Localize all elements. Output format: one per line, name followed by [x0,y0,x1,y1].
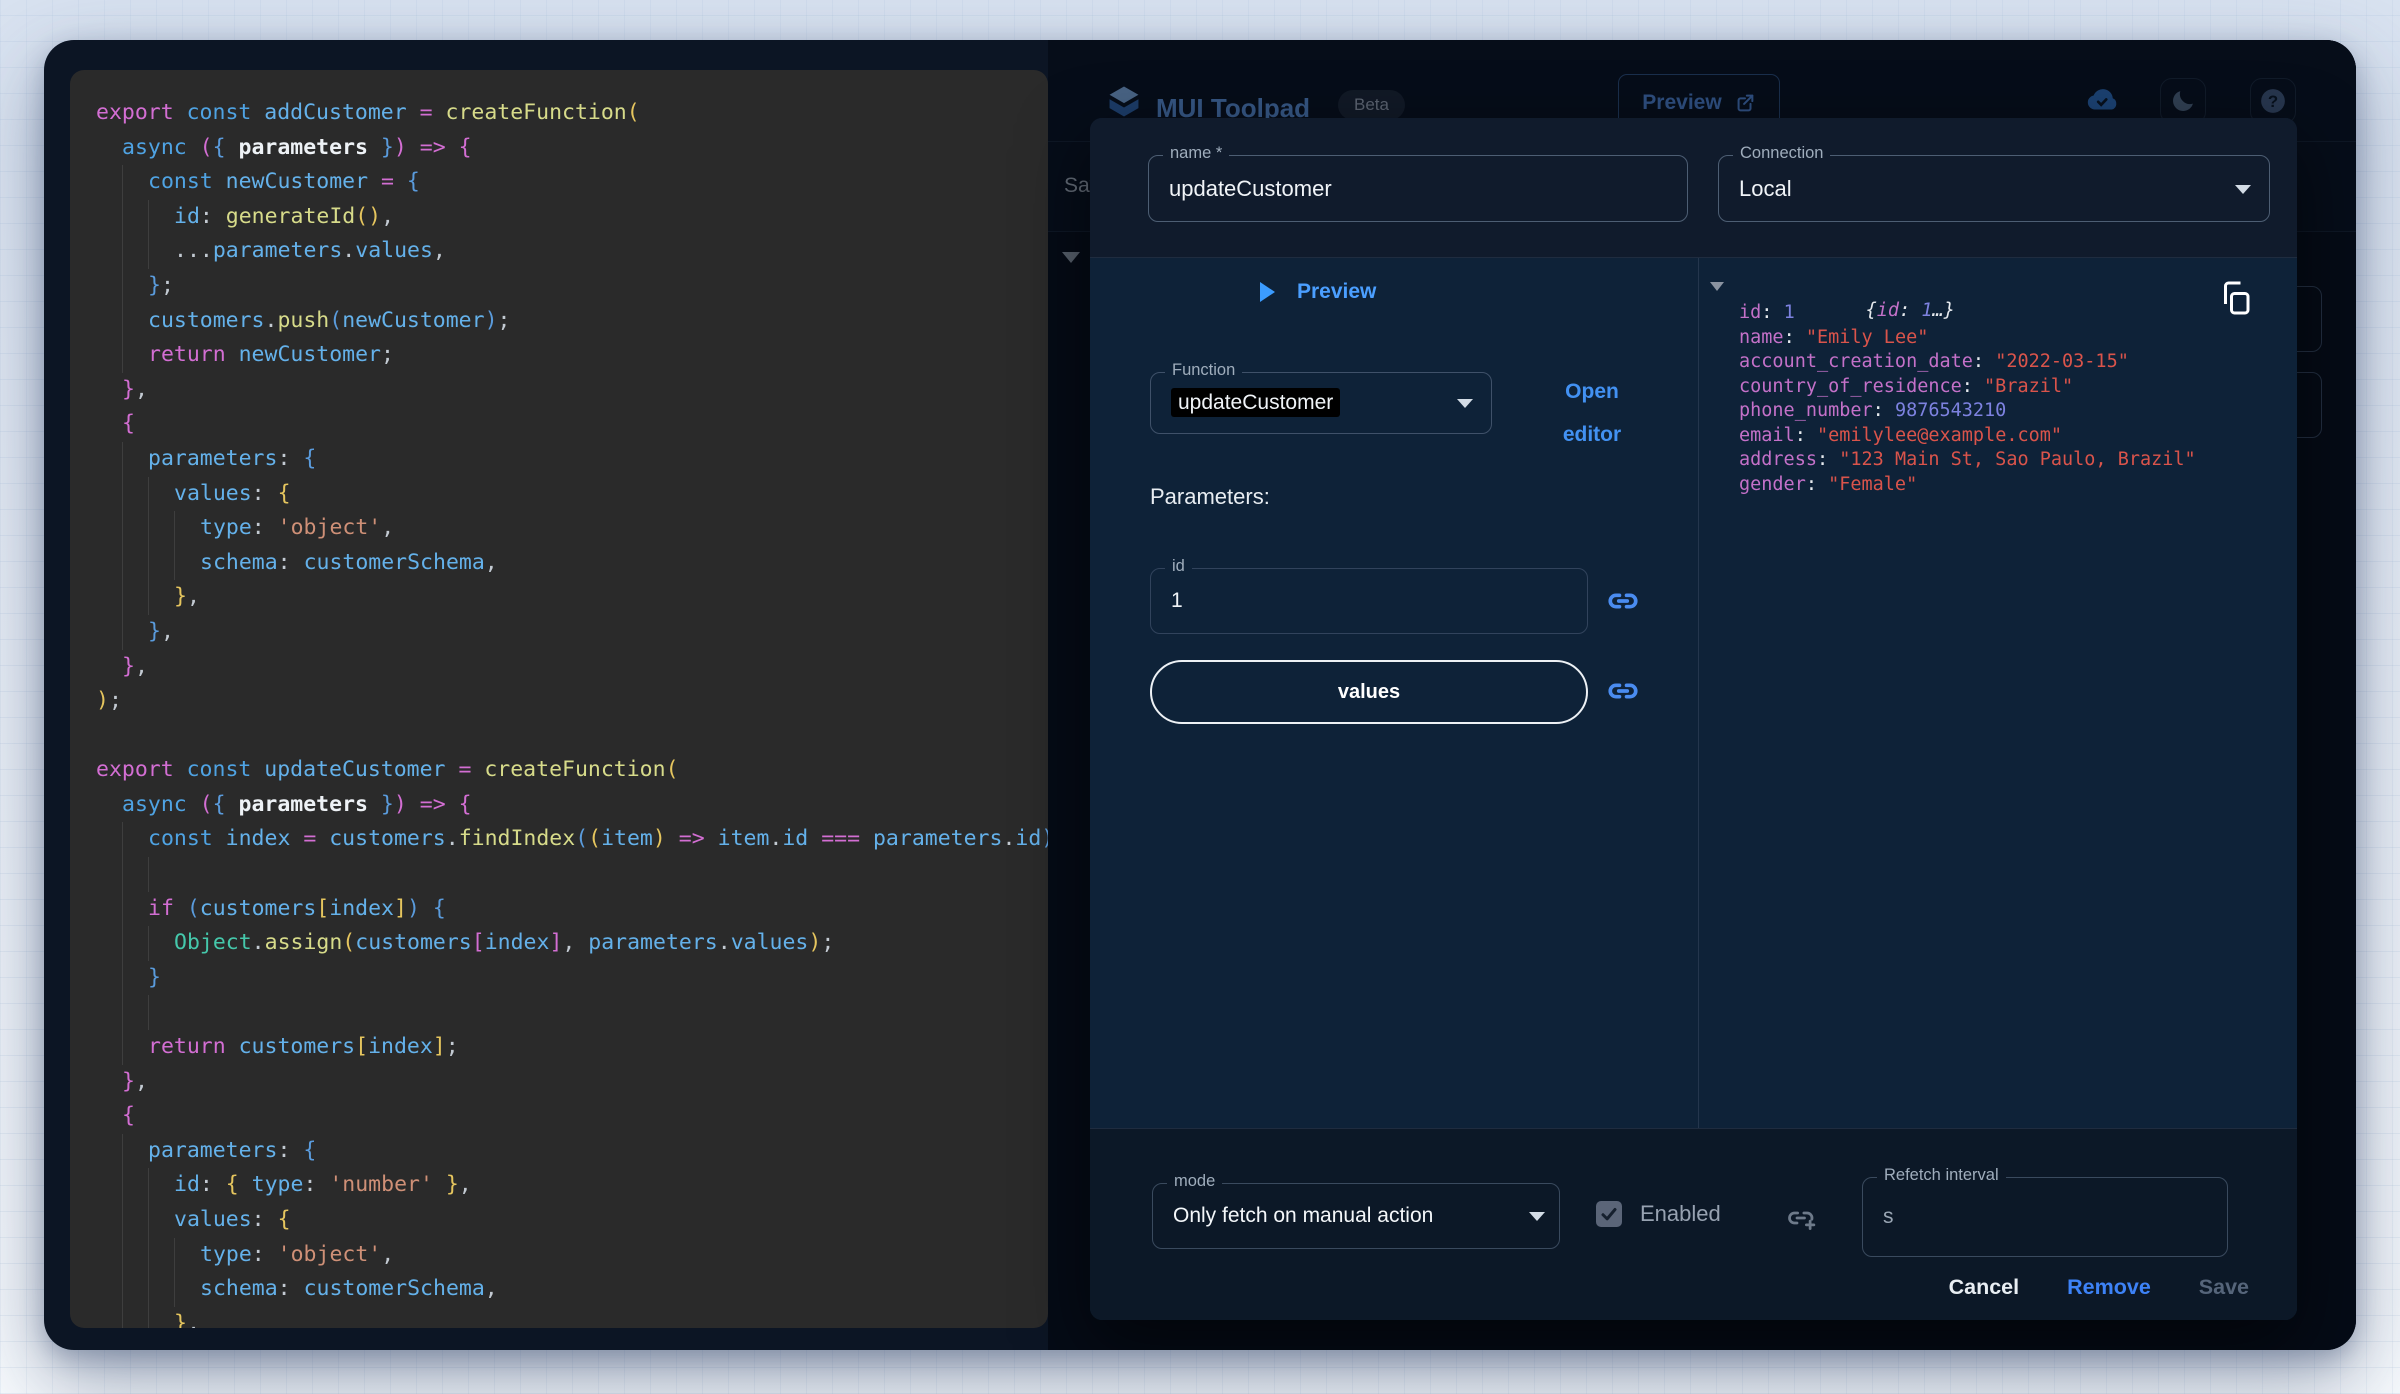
function-select[interactable]: Function updateCustomer [1150,361,1492,434]
dialog-content: Preview Function updateCustomer Open edi… [1090,258,2297,1128]
param-id-label: id [1165,557,1192,576]
preview-toggle-label: Preview [1297,280,1377,303]
function-select-label: Function [1165,361,1243,380]
result-json-panel: {id: 1…} id: 1 name: "Emily Lee" account_c… [1710,274,2277,497]
bind-values-link-icon[interactable] [1606,674,1640,708]
json-entry: address: "123 Main St, Sao Paulo, Brazil… [1739,449,2196,470]
result-summary-row[interactable]: {id: 1…} [1710,274,2277,321]
name-field-value: updateCustomer [1169,175,1332,201]
json-entry: account_creation_date: "2022-03-15" [1739,351,2129,372]
dialog-footer: mode Only fetch on manual action Enabled… [1090,1128,2297,1320]
name-field[interactable]: name * updateCustomer [1148,144,1688,222]
columns-divider [1698,258,1699,1128]
bind-id-link-icon[interactable] [1606,584,1640,618]
preview-toggle-button[interactable]: Preview [1260,280,1376,304]
cancel-button[interactable]: Cancel [1949,1275,2020,1300]
param-id-value: 1 [1171,589,1183,612]
parameters-heading: Parameters: [1150,484,1270,509]
json-entry: phone_number: 9876543210 [1739,400,2007,421]
json-entry: email: "emilylee@example.com" [1739,424,2063,446]
triangle-right-icon [1260,282,1275,302]
name-field-label: name * [1163,144,1230,163]
connection-select-value: Local [1739,175,1792,201]
json-entries: id: 1 name: "Emily Lee" account_creation_d… [1739,301,2277,497]
check-icon [1601,1208,1617,1221]
json-entry: country_of_residence: "Brazil" [1739,375,2074,397]
caret-down-icon [2235,184,2251,194]
remove-button[interactable]: Remove [2067,1275,2151,1300]
connection-select-label: Connection [1733,144,1831,163]
caret-down-icon [1457,399,1473,408]
dialog-header: name * updateCustomer Connection Local [1090,118,2297,258]
mode-select-label: mode [1167,1172,1223,1191]
param-id-input[interactable]: id 1 [1150,557,1588,634]
add-binding-link-icon[interactable] [1784,1203,1820,1233]
json-entry: gender: "Female" [1739,473,1918,495]
connection-select[interactable]: Connection Local [1718,144,2270,222]
enabled-checkbox[interactable] [1596,1201,1622,1227]
param-values-button[interactable]: values [1150,660,1588,724]
open-editor-button[interactable]: Open editor [1542,370,1642,456]
refetch-interval-label: Refetch interval [1877,1166,2006,1185]
app-window: export const addCustomer = createFunctio… [44,40,2356,1350]
save-button[interactable]: Save [2199,1275,2249,1300]
copy-icon[interactable] [2218,278,2254,318]
triangle-down-icon [1710,282,1724,291]
code-editor[interactable]: export const addCustomer = createFunctio… [70,70,1048,1328]
json-entry: name: "Emily Lee" [1739,326,1929,348]
function-select-value: updateCustomer [1171,388,1341,417]
mode-select-value: Only fetch on manual action [1173,1204,1434,1227]
enabled-label: Enabled [1640,1201,1721,1226]
query-editor-dialog: name * updateCustomer Connection Local P… [1090,118,2297,1320]
refetch-interval-value: s [1883,1205,1894,1228]
code-lines: export const addCustomer = createFunctio… [96,96,1048,1328]
refetch-interval-input[interactable]: Refetch interval s [1862,1166,2228,1257]
caret-down-icon [1529,1212,1545,1221]
mode-select[interactable]: mode Only fetch on manual action [1152,1172,1560,1249]
